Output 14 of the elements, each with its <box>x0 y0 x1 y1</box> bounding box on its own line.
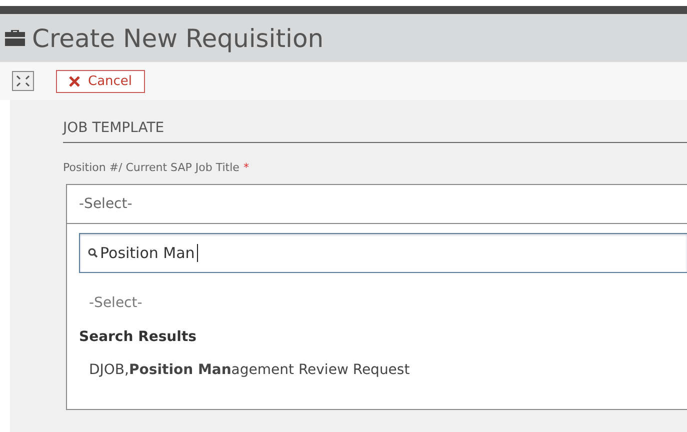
select-field[interactable]: -Select- <box>66 184 687 224</box>
search-result[interactable]: DJOB,Position Management Review Request <box>79 359 687 381</box>
collapse-icon[interactable] <box>12 71 34 91</box>
required-mark: * <box>243 161 249 174</box>
section-title: JOB TEMPLATE <box>63 120 687 143</box>
close-icon <box>69 76 80 86</box>
briefcase-icon <box>4 29 26 47</box>
group-title: Search Results <box>79 329 198 345</box>
field-label: Position #/ Current SAP Job Title <box>63 161 240 174</box>
cancel-button[interactable]: Cancel <box>56 70 146 92</box>
page-title: Create New Requisition <box>32 24 324 52</box>
search-icon <box>88 248 98 258</box>
dropdown-option[interactable]: -Select- <box>89 295 687 311</box>
search-field[interactable]: Position Man <box>79 233 687 273</box>
